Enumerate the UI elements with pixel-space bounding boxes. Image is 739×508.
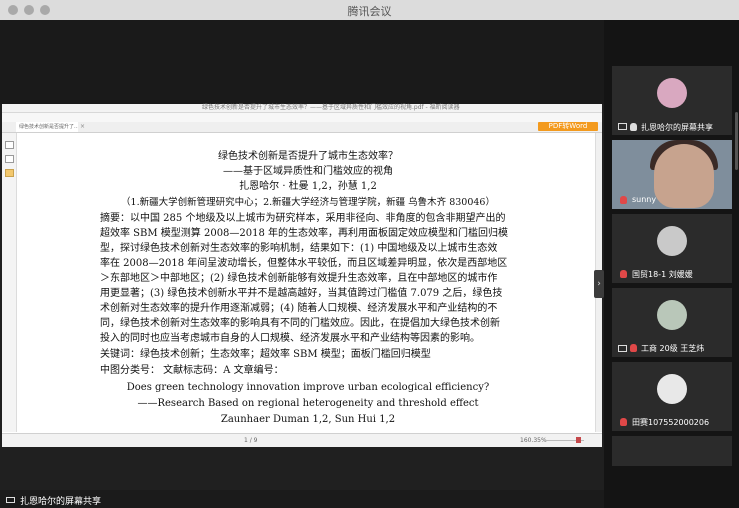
abstract-line: 术创新对生态效率的提升作用逐渐减弱；(4) 随着人口规模、经济发展水平和产业结构… xyxy=(100,303,498,314)
pdf-viewer-sidebar xyxy=(2,133,17,432)
participant-tile[interactable]: 田赛107552000206 xyxy=(612,362,732,431)
paper-authors: 扎恩哈尔 · 杜曼 1,2，孙慧 1,2 xyxy=(239,181,377,192)
participant-name: 国贸18-1 刘媛媛 xyxy=(632,270,693,279)
page-indicator[interactable]: 1 / 9 xyxy=(244,437,257,444)
participant-name: sunny xyxy=(632,195,657,204)
pdf-viewer-statusbar: 1 / 9 160.35% xyxy=(2,433,602,447)
page-thumbnail-icon[interactable] xyxy=(5,155,14,163)
window-titlebar: 腾讯会议 xyxy=(0,0,739,21)
participant-tile[interactable] xyxy=(612,436,732,466)
participant-name: 扎恩哈尔的屏幕共享 xyxy=(641,123,713,132)
participant-tile[interactable]: 国贸18-1 刘媛媛 xyxy=(612,214,732,283)
video-icon xyxy=(618,345,627,352)
participant-tile[interactable]: 工商 20级 王芝炜 xyxy=(612,288,732,357)
english-subtitle: ——Research Based on regional heterogenei… xyxy=(137,398,479,409)
abstract-line: 率在 2008—2018 年间呈波动增长，但整体水平较低，而且区域差异明显，依次… xyxy=(100,258,508,269)
participant-avatar xyxy=(657,300,687,330)
comments-icon[interactable] xyxy=(5,169,14,177)
paper-title: 绿色技术创新是否提升了城市生态效率？ xyxy=(218,151,398,162)
paper-subtitle: ——基于区域异质性和门槛效应的视角 xyxy=(223,166,393,177)
close-tab-button[interactable]: × xyxy=(80,122,85,132)
window-title: 腾讯会议 xyxy=(347,5,392,18)
english-authors: Zaunhaer Duman 1,2, Sun Hui 1,2 xyxy=(220,414,396,425)
abstract-line: 摘要：以中国 285 个地级及以上城市为研究样本，采用非径向、非角度的包含非期望… xyxy=(100,213,506,224)
abstract-line: 同，绿色技术创新对生态效率的影响具有不同的门槛效应。因此，在提倡加大绿色技术创新 xyxy=(100,318,500,329)
mic-muted-icon xyxy=(620,270,627,278)
pdf-viewer-window: 绿色技术创新是否提升了城市生态效率？——基于区域异质性和门槛效应的视角.pdf … xyxy=(2,104,602,447)
participant-name: 田赛107552000206 xyxy=(632,418,710,427)
document-page: 绿色技术创新是否提升了城市生态效率？ ——基于区域异质性和门槛效应的视角 扎恩哈… xyxy=(100,150,516,432)
classification-line: 中图分类号： 文献标志码：A 文章编号： xyxy=(100,365,284,376)
collapse-panel-button[interactable]: › xyxy=(594,270,604,298)
shared-desktop-background xyxy=(0,20,604,104)
pdf-to-word-button[interactable]: PDF转Word xyxy=(538,122,598,131)
pdf-viewer-tabbar: 绿色技术创新是否提升了… × PDF转Word xyxy=(2,122,602,133)
zoom-slider-handle[interactable] xyxy=(576,437,581,443)
shared-screen: 绿色技术创新是否提升了城市生态效率？——基于区域异质性和门槛效应的视角.pdf … xyxy=(0,20,604,490)
abstract-line: 型，探讨绿色技术创新对生态效率的影响机制，结果如下：(1) 中国地级及以上城市生… xyxy=(100,243,498,254)
participant-tile[interactable]: sunny xyxy=(612,140,732,209)
english-title: Does green technology innovation improve… xyxy=(126,382,490,393)
zoom-level[interactable]: 160.35% xyxy=(520,437,547,444)
pdf-viewer-title: 绿色技术创新是否提升了城市生态效率？——基于区域异质性和门槛效应的视角.pdf … xyxy=(202,104,460,111)
mic-muted-icon xyxy=(620,418,627,426)
microphone-icon xyxy=(630,123,637,131)
participant-avatar xyxy=(657,374,687,404)
mic-muted-icon xyxy=(620,196,627,204)
participant-avatar xyxy=(657,226,687,256)
participants-panel: 扎恩哈尔的屏幕共享 sunny 国贸18-1 刘媛媛 工商 20级 王芝炜 田赛… xyxy=(604,20,739,508)
mic-muted-icon xyxy=(630,344,637,352)
abstract-line: 用更显著；(3) 绿色技术创新水平并不是越高越好，当其值跨过门槛值 7.079 … xyxy=(100,288,503,299)
abstract-line: 投入的同时也应当考虑城市自身的人口规模、经济发展水平和产业结构等因素的影响。 xyxy=(100,333,480,344)
document-tab[interactable]: 绿色技术创新是否提升了… xyxy=(16,122,78,132)
pdf-viewer-menubar xyxy=(2,113,602,122)
participant-tile[interactable]: 扎恩哈尔的屏幕共享 xyxy=(612,66,732,135)
participant-video xyxy=(654,144,714,208)
abstract-line: 超效率 SBM 模型测算 2008—2018 年的生态效率，再利用面板固定效应模… xyxy=(100,228,509,239)
paper-affiliations: （1.新疆大学创新管理研究中心；2.新疆大学经济与管理学院，新疆 乌鲁木齐 83… xyxy=(121,197,495,208)
screen-share-icon xyxy=(618,123,627,130)
pdf-viewer-titlebar: 绿色技术创新是否提升了城市生态效率？——基于区域异质性和门槛效应的视角.pdf … xyxy=(2,104,602,113)
bookmark-icon[interactable] xyxy=(5,141,14,149)
participant-name: 工商 20级 王芝炜 xyxy=(641,344,705,353)
participant-avatar xyxy=(657,78,687,108)
screen-share-label: 扎恩哈尔的屏幕共享 xyxy=(20,497,102,507)
participants-scrollbar[interactable] xyxy=(735,112,738,170)
abstract-line: ＞东部地区＞中部地区；(2) 绿色技术创新能够有效提升生态效率，且在中部地区的城… xyxy=(100,273,498,284)
screen-share-icon xyxy=(6,497,15,503)
keywords-line: 关键词：绿色技术创新；生态效率；超效率 SBM 模型；面板门槛回归模型 xyxy=(100,349,431,360)
